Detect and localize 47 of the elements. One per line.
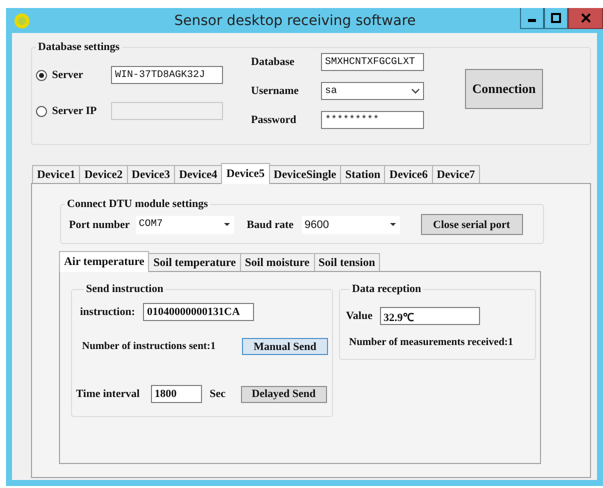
value-field[interactable]: 32.9℃: [380, 307, 480, 325]
device-tab[interactable]: DeviceSingle: [268, 165, 342, 183]
value-label: Value: [346, 310, 372, 322]
server-radio[interactable]: Server: [36, 69, 111, 81]
text-field[interactable]: SMXHCNTXFGCGLXT: [321, 53, 424, 71]
delayed-send-button[interactable]: Delayed Send: [240, 386, 327, 402]
device-tab[interactable]: Device5: [221, 163, 270, 184]
field-label: Database: [251, 56, 296, 68]
baud-label: Baud rate: [246, 218, 294, 230]
text-field[interactable]: *********: [321, 111, 424, 129]
group-title: Send instruction: [85, 283, 164, 295]
maximize-icon: [551, 13, 561, 23]
server-field[interactable]: WIN-37TD8AGK32J: [111, 66, 223, 84]
device-tab[interactable]: Device1: [32, 165, 80, 183]
sensor-tab[interactable]: Air temperature: [59, 251, 150, 272]
instruction-field[interactable]: 01040000000131CA: [143, 303, 254, 321]
interval-label: Time interval: [76, 388, 140, 400]
window-title: Sensor desktop receiving software: [173, 12, 417, 28]
chevron-icon: [411, 88, 420, 94]
close-icon: [580, 13, 590, 23]
field-label: Username: [251, 85, 300, 97]
sensor-tab[interactable]: Soil temperature: [148, 253, 241, 271]
group-title: Data reception: [351, 283, 422, 295]
received-count: Number of measurements received:1: [348, 337, 514, 348]
minimize-button[interactable]: [520, 8, 544, 29]
device-tab[interactable]: Device7: [432, 165, 480, 183]
baud-dropdown[interactable]: 9600: [302, 216, 400, 234]
sent-count: Number of instructions sent:1: [81, 341, 217, 352]
unit-label: Sec: [210, 388, 227, 400]
close-port-button[interactable]: Close serial port: [420, 214, 523, 235]
username-dropdown[interactable]: sa: [321, 82, 424, 100]
sun-icon: [14, 12, 30, 28]
group-title: Database settings: [37, 41, 121, 53]
interval-field[interactable]: 1800: [150, 385, 202, 403]
connection-button[interactable]: Connection: [465, 69, 543, 109]
sensor-tab[interactable]: Soil tension: [314, 253, 380, 271]
field-label: Password: [251, 114, 298, 126]
maximize-button[interactable]: [544, 8, 568, 29]
caret-icon: [224, 222, 230, 226]
port-label: Port number: [69, 218, 130, 230]
port-dropdown[interactable]: COM7: [136, 216, 234, 234]
close-button[interactable]: [568, 8, 603, 29]
manual-send-button[interactable]: Manual Send: [242, 338, 328, 355]
instruction-label: instruction:: [80, 306, 135, 318]
sensor-tab[interactable]: Soil moisture: [240, 253, 315, 271]
caret-icon: [390, 222, 396, 226]
group-title: Connect DTU module settings: [66, 198, 209, 210]
